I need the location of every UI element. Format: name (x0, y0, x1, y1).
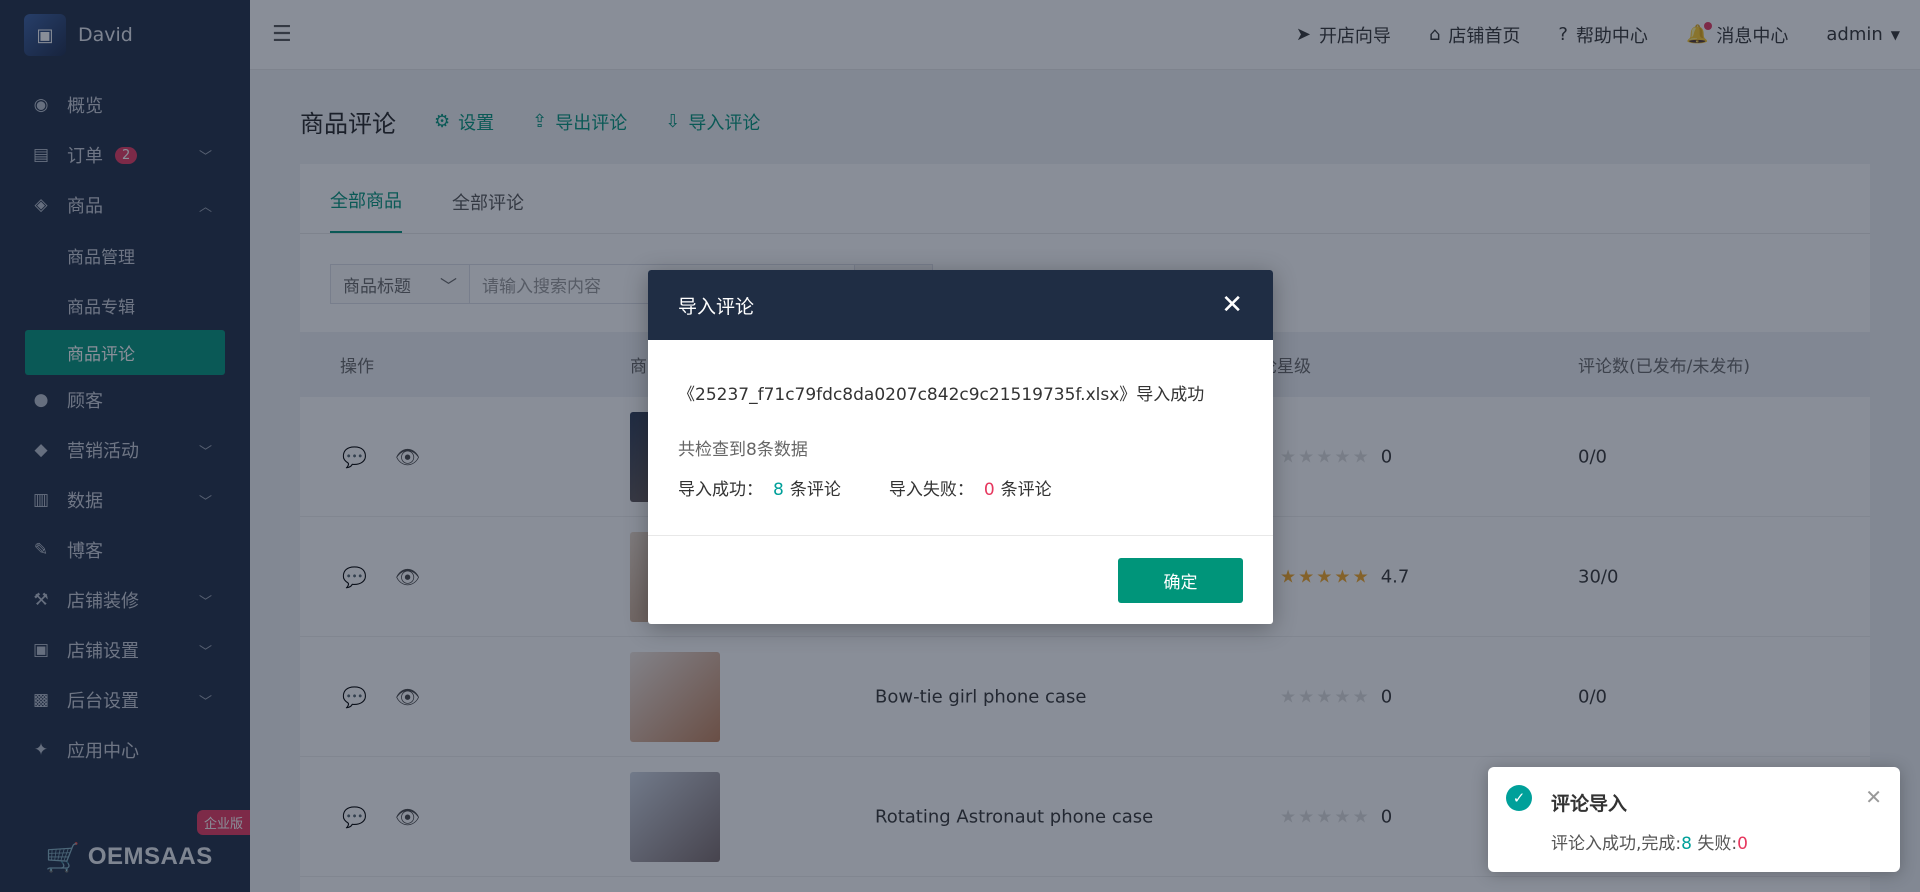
fail-value: 0 (983, 480, 995, 500)
fail-label: 导入失败： (888, 480, 974, 500)
toast-msg-prefix: 评论入成功,完成: (1551, 834, 1682, 854)
success-stat: 导入成功： 8 条评论 (678, 475, 841, 500)
import-count-message: 共检查到8条数据 (678, 440, 808, 460)
close-icon[interactable]: ✕ (1221, 290, 1243, 320)
dialog-title: 导入评论 (678, 295, 755, 318)
fail-unit: 条评论 (1000, 480, 1052, 500)
success-unit: 条评论 (789, 480, 841, 500)
dialog-header: 导入评论 ✕ (648, 270, 1273, 340)
close-icon[interactable]: ✕ (1865, 785, 1882, 809)
dialog-body: 《25237_f71c79fdc8da0207c842c9c21519735f.… (648, 340, 1273, 536)
import-file-message: 《25237_f71c79fdc8da0207c842c9c21519735f.… (678, 385, 1205, 405)
toast-fail-value: 0 (1737, 834, 1748, 854)
toast-done-value: 8 (1681, 834, 1692, 854)
toast-title: 评论导入 (1551, 793, 1628, 815)
success-label: 导入成功： (678, 480, 763, 500)
confirm-button[interactable]: 确定 (1118, 557, 1243, 603)
import-dialog: 导入评论 ✕ 《25237_f71c79fdc8da0207c842c9c215… (648, 270, 1273, 624)
fail-stat: 导入失败： 0 条评论 (889, 475, 1052, 500)
toast-fail-prefix: 失败: (1691, 834, 1738, 854)
check-circle-icon: ✓ (1506, 785, 1532, 811)
toast-message: 评论入成功,完成:8 失败:0 (1551, 829, 1748, 854)
import-stats: 导入成功： 8 条评论 导入失败： 0 条评论 (678, 475, 1243, 500)
dialog-footer: 确定 (648, 536, 1273, 624)
notification-toast: ✓ 评论导入 评论入成功,完成:8 失败:0 ✕ (1488, 767, 1900, 872)
success-value: 8 (773, 480, 784, 500)
